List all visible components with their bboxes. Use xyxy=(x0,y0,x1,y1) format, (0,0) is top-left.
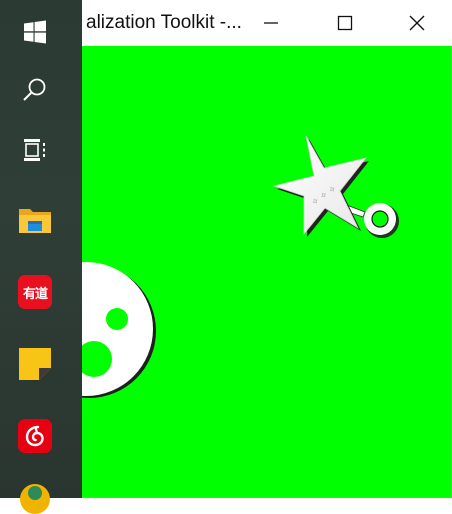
youdao-label: 有道 xyxy=(22,286,48,302)
maximize-icon xyxy=(337,15,353,31)
render-viewport[interactable]: ✧ ✧ ✧ xyxy=(82,46,451,497)
scene-graphics: ✧ ✧ ✧ xyxy=(82,135,399,398)
windows-start-icon xyxy=(24,20,46,44)
taskbar: 有道 xyxy=(0,0,82,514)
close-button[interactable] xyxy=(394,0,440,46)
partial-app-icon[interactable] xyxy=(20,484,50,514)
star-shape: ✧ ✧ ✧ xyxy=(272,135,399,238)
minimize-icon xyxy=(264,22,278,24)
task-view-button[interactable] xyxy=(0,118,82,182)
sticky-notes-icon xyxy=(19,348,51,380)
sticky-notes-button[interactable] xyxy=(0,332,82,396)
netease-music-icon xyxy=(18,419,52,453)
disc-shape xyxy=(82,262,156,398)
task-view-icon xyxy=(24,139,45,161)
app-window: alization Toolkit -... ✧ ✧ ✧ xyxy=(82,0,452,498)
maximize-button[interactable] xyxy=(322,0,368,46)
close-icon xyxy=(409,15,425,31)
file-explorer-button[interactable] xyxy=(0,188,82,252)
search-button[interactable] xyxy=(0,58,82,122)
youdao-button[interactable]: 有道 xyxy=(0,260,82,324)
start-button[interactable] xyxy=(0,0,82,64)
window-title: alization Toolkit -... xyxy=(86,12,242,33)
minimize-button[interactable] xyxy=(248,0,294,46)
title-bar[interactable]: alization Toolkit -... xyxy=(82,0,452,46)
youdao-icon: 有道 xyxy=(18,275,52,309)
netease-music-button[interactable] xyxy=(0,404,82,468)
search-icon xyxy=(23,78,46,101)
file-explorer-icon xyxy=(19,209,51,233)
